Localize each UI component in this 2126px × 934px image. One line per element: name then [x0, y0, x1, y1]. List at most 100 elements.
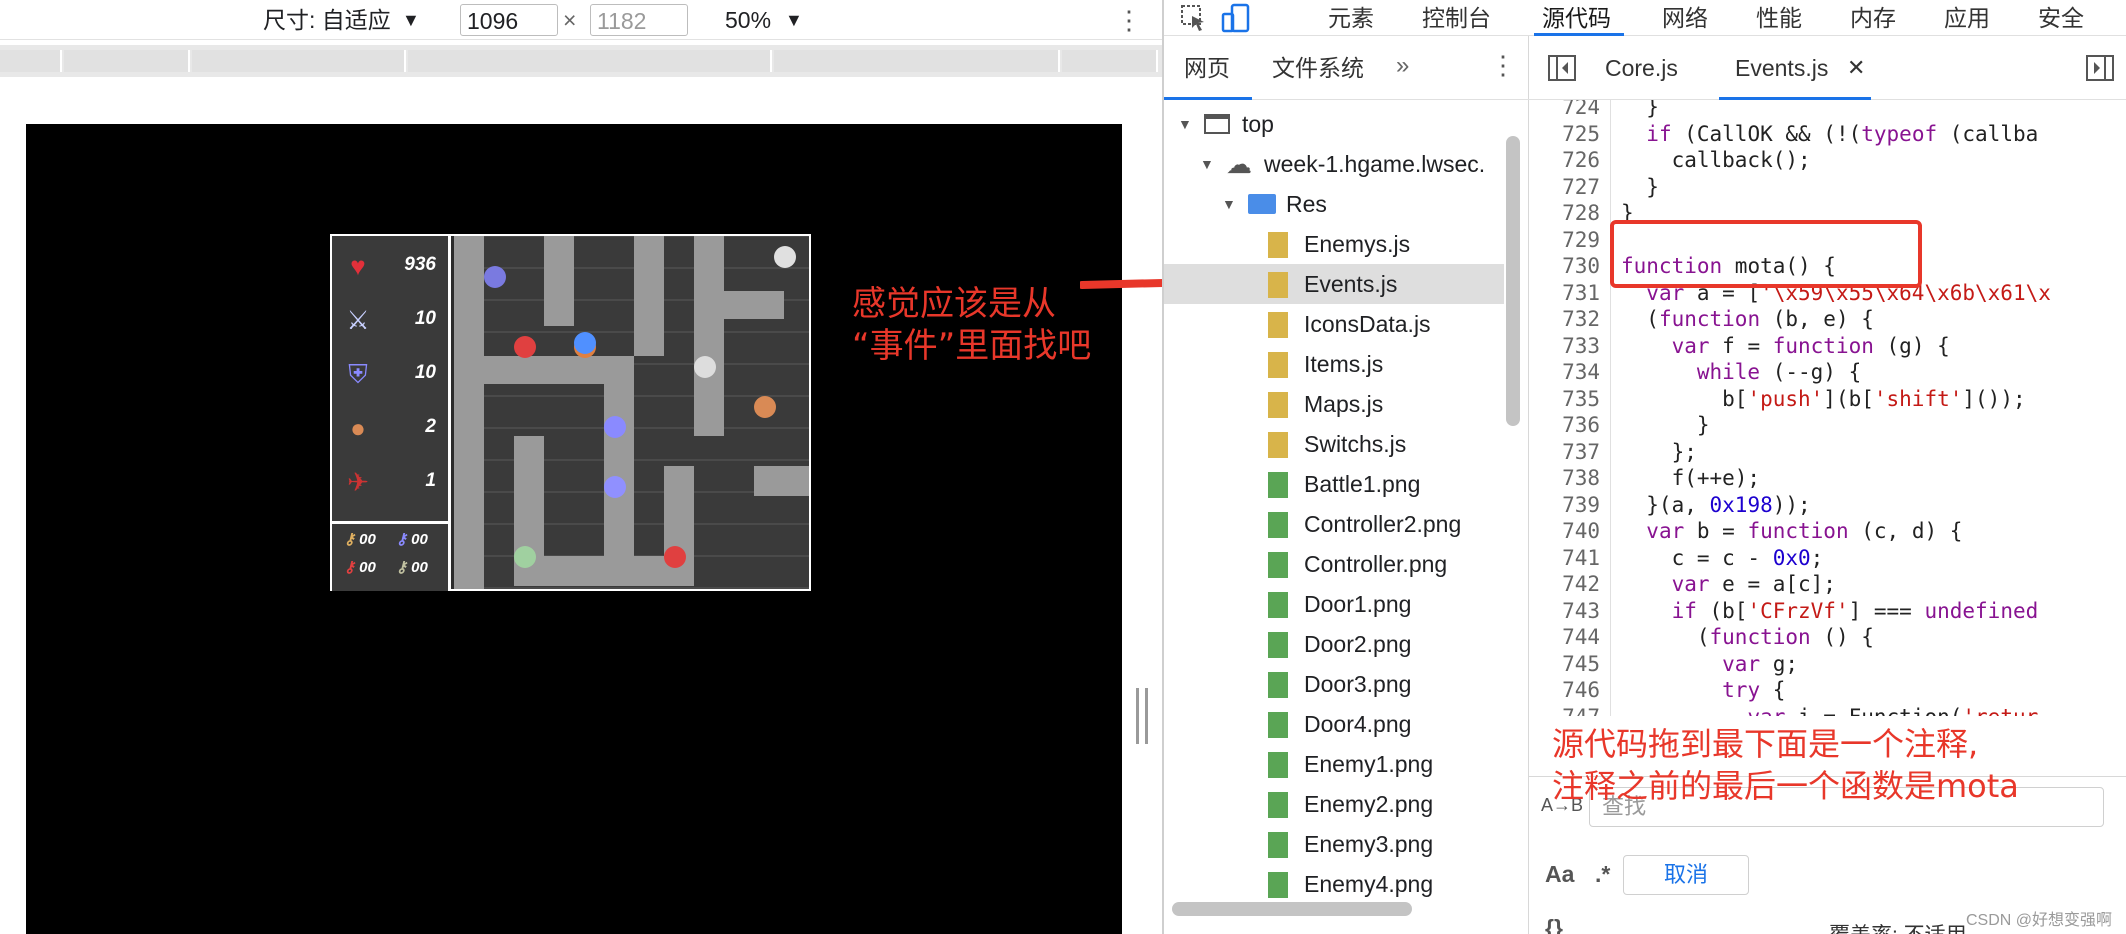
tree-item[interactable]: Maps.js: [1164, 384, 1504, 424]
line-number[interactable]: 737: [1530, 439, 1600, 466]
expand-arrow-icon[interactable]: ▼: [1222, 184, 1236, 224]
tree-item[interactable]: ▼ Res: [1164, 184, 1504, 224]
tab-security[interactable]: 安全: [2038, 2, 2084, 34]
tree-item[interactable]: Controller.png: [1164, 544, 1504, 584]
tree-item[interactable]: Door1.png: [1164, 584, 1504, 624]
device-toggle-icon[interactable]: [1220, 2, 1252, 34]
code-line[interactable]: try {: [1621, 677, 1785, 704]
dimensions-dropdown-arrow-icon[interactable]: ▼: [402, 4, 420, 36]
ruler-segment[interactable]: [64, 50, 190, 72]
height-input[interactable]: 1182: [590, 4, 688, 36]
tree-item[interactable]: ▼ top: [1164, 104, 1504, 144]
code-line[interactable]: c = c - 0x0;: [1621, 545, 1824, 572]
more-tabs-icon[interactable]: »: [1396, 52, 1409, 80]
dimensions-dropdown[interactable]: 尺寸: 自适应: [263, 4, 391, 36]
tree-item[interactable]: Door3.png: [1164, 664, 1504, 704]
line-number[interactable]: 739: [1530, 492, 1600, 519]
tab-performance[interactable]: 性能: [1756, 2, 1802, 34]
line-number[interactable]: 732: [1530, 306, 1600, 333]
line-number[interactable]: 724: [1530, 100, 1600, 121]
game-board[interactable]: ♥ 936 ⚔ 10 ⛨ 10 ● 2 ✈ 1 ⚷ 00 ⚷ 00 ⚷ 00 ⚷…: [330, 234, 811, 591]
code-line[interactable]: }(a, 0x198));: [1621, 492, 1810, 519]
line-number[interactable]: 743: [1530, 598, 1600, 625]
code-line[interactable]: var b = function (c, d) {: [1621, 518, 1962, 545]
toggle-debugger-icon[interactable]: [2085, 54, 2115, 82]
tab-application[interactable]: 应用: [1944, 2, 1990, 34]
ruler-segment[interactable]: [1062, 50, 1158, 72]
ruler-segment[interactable]: [192, 50, 406, 72]
line-number[interactable]: 733: [1530, 333, 1600, 360]
line-number[interactable]: 731: [1530, 280, 1600, 307]
line-number[interactable]: 747: [1530, 704, 1600, 717]
line-number[interactable]: 744: [1530, 624, 1600, 651]
more-options-icon[interactable]: ⋮: [1116, 4, 1142, 36]
tree-item[interactable]: Battle1.png: [1164, 464, 1504, 504]
code-line[interactable]: var g;: [1621, 651, 1798, 678]
tree-item[interactable]: Enemy1.png: [1164, 744, 1504, 784]
code-line[interactable]: callback();: [1621, 147, 1811, 174]
line-number[interactable]: 742: [1530, 571, 1600, 598]
code-line[interactable]: f(++e);: [1621, 465, 1761, 492]
pretty-print-icon[interactable]: {}: [1545, 915, 1563, 934]
inspect-element-icon[interactable]: [1178, 2, 1210, 34]
navigator-horizontal-scrollbar[interactable]: [1172, 902, 1412, 916]
code-line[interactable]: var i = Function('retur: [1621, 704, 2038, 717]
editor-tab-core[interactable]: Core.js: [1605, 52, 1678, 84]
zoom-dropdown[interactable]: 50%: [725, 4, 771, 36]
tab-page[interactable]: 网页: [1184, 52, 1230, 84]
toggle-navigator-icon[interactable]: [1547, 54, 1577, 82]
tree-item[interactable]: Items.js: [1164, 344, 1504, 384]
line-number[interactable]: 740: [1530, 518, 1600, 545]
tab-console[interactable]: 控制台: [1422, 2, 1491, 34]
line-number[interactable]: 734: [1530, 359, 1600, 386]
tree-item[interactable]: Enemy4.png: [1164, 864, 1504, 904]
line-number[interactable]: 725: [1530, 121, 1600, 148]
code-line[interactable]: var e = a[c];: [1621, 571, 1836, 598]
line-number[interactable]: 727: [1530, 174, 1600, 201]
close-tab-icon[interactable]: ✕: [1847, 52, 1865, 84]
tree-item[interactable]: IconsData.js: [1164, 304, 1504, 344]
cancel-button[interactable]: 取消: [1623, 855, 1749, 895]
match-case-toggle[interactable]: Aa: [1545, 861, 1574, 888]
code-line[interactable]: }: [1621, 412, 1710, 439]
line-number[interactable]: 726: [1530, 147, 1600, 174]
resize-handle[interactable]: [1136, 688, 1148, 744]
game-viewport[interactable]: ♥ 936 ⚔ 10 ⛨ 10 ● 2 ✈ 1 ⚷ 00 ⚷ 00 ⚷ 00 ⚷…: [26, 124, 1122, 934]
tab-memory[interactable]: 内存: [1850, 2, 1896, 34]
line-number[interactable]: 746: [1530, 677, 1600, 704]
tree-item[interactable]: Enemy2.png: [1164, 784, 1504, 824]
code-line[interactable]: b['push'](b['shift']());: [1621, 386, 2025, 413]
tab-network[interactable]: 网络: [1662, 2, 1708, 34]
code-line[interactable]: }: [1621, 174, 1659, 201]
game-map[interactable]: [454, 236, 809, 589]
line-number[interactable]: 736: [1530, 412, 1600, 439]
tab-sources[interactable]: 源代码: [1542, 2, 1611, 34]
code-line[interactable]: (function () {: [1621, 624, 1874, 651]
code-line[interactable]: }: [1621, 100, 1659, 121]
tree-item[interactable]: Door2.png: [1164, 624, 1504, 664]
code-line[interactable]: while (--g) {: [1621, 359, 1861, 386]
line-number[interactable]: 735: [1530, 386, 1600, 413]
tree-item[interactable]: ▼ ☁ week-1.hgame.lwsec.: [1164, 144, 1504, 184]
tree-item[interactable]: Switchs.js: [1164, 424, 1504, 464]
regex-toggle[interactable]: .*: [1595, 861, 1610, 888]
code-line[interactable]: var f = function (g) {: [1621, 333, 1950, 360]
code-line[interactable]: if (CallOK && (!(typeof (callba: [1621, 121, 2038, 148]
expand-arrow-icon[interactable]: ▼: [1178, 104, 1192, 144]
ruler-segment[interactable]: [774, 50, 1060, 72]
ruler-segment[interactable]: [0, 50, 62, 72]
ruler-segment[interactable]: [408, 50, 772, 72]
line-number[interactable]: 728: [1530, 200, 1600, 227]
tab-elements[interactable]: 元素: [1328, 2, 1374, 34]
editor-tab-events[interactable]: Events.js: [1735, 52, 1828, 84]
code-line[interactable]: if (b['CFrzVf'] === undefined: [1621, 598, 2039, 625]
navigator-scrollbar[interactable]: [1506, 136, 1520, 426]
code-line[interactable]: (function (b, e) {: [1621, 306, 1874, 333]
line-number[interactable]: 745: [1530, 651, 1600, 678]
tree-item[interactable]: Enemys.js: [1164, 224, 1504, 264]
line-number[interactable]: 729: [1530, 227, 1600, 254]
zoom-dropdown-arrow-icon[interactable]: ▼: [785, 4, 803, 36]
code-line[interactable]: };: [1621, 439, 1697, 466]
media-query-ruler[interactable]: [0, 45, 1162, 77]
tree-item[interactable]: Controller2.png: [1164, 504, 1504, 544]
